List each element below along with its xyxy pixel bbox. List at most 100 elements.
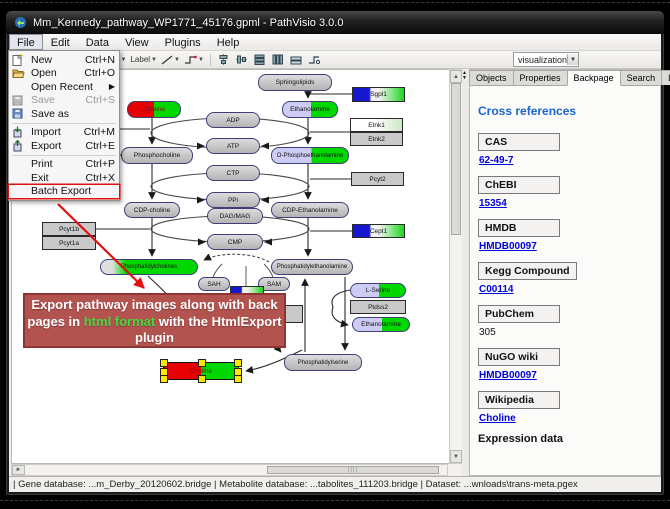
menubar-item-plugins[interactable]: Plugins	[157, 34, 209, 50]
xref-link[interactable]: HMDB00097	[479, 241, 652, 252]
node-phosphatidylserine[interactable]: Phosphatidylserine	[284, 354, 362, 371]
file-menu-item-label: Open Recent	[31, 81, 97, 93]
node-ethanolamine[interactable]: Ethanolamine	[352, 317, 410, 332]
xref-database-name: ChEBI	[478, 176, 560, 194]
file-menu-item-shortcut: Ctrl+N	[85, 54, 115, 66]
blank-icon	[12, 172, 27, 184]
distribute-horizontal-icon	[254, 54, 265, 65]
menubar-item-view[interactable]: View	[117, 34, 157, 50]
node-sphingolipids[interactable]: Sphingolipids	[258, 74, 332, 91]
node-ptdss2[interactable]: Ptdss2	[350, 300, 406, 314]
node-choline[interactable]: Choline	[127, 101, 181, 118]
node-ethanolamine[interactable]: Ethanolamine	[282, 101, 338, 118]
tab-legend[interactable]: Legend	[661, 70, 670, 85]
selection-handle[interactable]	[160, 375, 168, 383]
node-phosphatidylcholines[interactable]: Phosphatidylcholines	[100, 259, 198, 275]
line-button[interactable]: ▼	[161, 53, 180, 67]
node-cmp[interactable]: CMP	[207, 234, 263, 250]
node-label: Sgpl1	[370, 91, 387, 98]
file-menu-item-open[interactable]: OpenCtrl+O	[9, 67, 119, 81]
menubar-item-edit[interactable]: Edit	[43, 34, 78, 50]
label-button-text: Label	[130, 55, 150, 64]
scroll-up-icon[interactable]: ▲	[450, 70, 462, 83]
file-menu-item-export[interactable]: ExportCtrl+E	[9, 139, 119, 153]
node-choline[interactable]: Choline	[163, 362, 239, 380]
xref-database-name: Kegg Compound	[478, 262, 577, 280]
node-etnk1[interactable]: Etnk1	[350, 118, 403, 132]
tab-search[interactable]: Search	[620, 70, 663, 85]
file-menu-item-print[interactable]: PrintCtrl+P	[9, 158, 119, 172]
node-etnk2[interactable]: Etnk2	[350, 132, 403, 146]
selection-handle[interactable]	[198, 359, 206, 367]
scroll-right-icon[interactable]: ►	[12, 465, 25, 475]
connector-button[interactable]: ▼	[184, 53, 204, 67]
canvas-horizontal-scrollbar[interactable]: ◄ |||| ►	[11, 464, 448, 476]
file-menu-item-batch-export[interactable]: Batch Export	[9, 185, 119, 199]
node-adp[interactable]: ADP	[206, 112, 260, 128]
selection-handle[interactable]	[198, 375, 206, 383]
node-label: CDP-choline	[134, 207, 171, 214]
common-height-icon	[308, 55, 320, 65]
menubar-item-data[interactable]: Data	[78, 34, 117, 50]
file-menu-item-new[interactable]: NewCtrl+N	[9, 53, 119, 67]
visualization-combobox[interactable]: visualization ▼	[513, 52, 579, 67]
chevron-down-icon[interactable]: ▼	[567, 54, 578, 65]
node-ppi[interactable]: PPi	[206, 192, 260, 208]
blank-icon	[12, 185, 27, 197]
splitter-collapse-icon[interactable]: ▲▼	[462, 71, 467, 81]
xref-link[interactable]: HMDB00097	[479, 370, 652, 381]
node-pcyt2[interactable]: Pcyt2	[351, 172, 404, 186]
node-o-phosphoethanolamine[interactable]: O-Phosphoethanolamine	[271, 147, 349, 164]
xref-link[interactable]: 15354	[479, 198, 652, 209]
callout-text: with the HtmlExport plugin	[135, 314, 282, 346]
tab-backpage[interactable]: Backpage	[567, 70, 621, 86]
common-height-button[interactable]	[307, 53, 321, 67]
xref-link[interactable]: Choline	[479, 413, 652, 424]
node-phosphocholine[interactable]: Phosphocholine	[121, 147, 193, 164]
distribute-horizontal-button[interactable]	[253, 53, 267, 67]
node-sah[interactable]: SAH	[198, 277, 230, 291]
node-ctp[interactable]: CTP	[206, 165, 260, 181]
node-pcyt1b[interactable]: Pcyt1b	[42, 222, 96, 236]
selection-handle[interactable]	[234, 359, 242, 367]
xref-link[interactable]: 62-49-7	[479, 155, 652, 166]
node-pcyt1a[interactable]: Pcyt1a	[42, 236, 96, 250]
align-center-x-button[interactable]	[217, 53, 231, 67]
panel-splitter[interactable]: ▲▼	[462, 69, 469, 476]
file-menu-item-exit[interactable]: ExitCtrl+X	[9, 171, 119, 185]
menubar-item-file[interactable]: File	[9, 34, 43, 50]
node-sgpl1[interactable]: Sgpl1	[352, 87, 405, 102]
scroll-down-icon[interactable]: ▼	[450, 450, 462, 463]
xref-link[interactable]: C00114	[479, 284, 652, 295]
node-atp[interactable]: ATP	[206, 138, 260, 154]
node-l-serine[interactable]: L-Serine	[350, 283, 406, 298]
node-label: Phosphatidylcholines	[121, 264, 177, 270]
node-cdp-ethanolamine[interactable]: CDP-Ethanolamine	[271, 202, 349, 218]
common-width-button[interactable]	[289, 53, 303, 67]
node-cept1[interactable]: Cept1	[352, 224, 405, 238]
file-menu-item-open-recent[interactable]: Open Recent▶	[9, 80, 119, 94]
node-label: Pcyt1a	[59, 240, 79, 247]
selection-handle[interactable]	[160, 359, 168, 367]
label-button[interactable]: Label ▼	[130, 53, 157, 67]
align-center-y-button[interactable]	[235, 53, 249, 67]
tab-properties[interactable]: Properties	[513, 70, 568, 85]
title-bar[interactable]: Mm_Kennedy_pathway_WP1771_45176.gpml - P…	[6, 11, 664, 34]
node-phosphatidylethanolamine[interactable]: Phosphatidylethanolamine	[271, 259, 353, 275]
node-dag-mag[interactable]: DAG/MAG	[207, 208, 263, 224]
vertical-scroll-thumb[interactable]	[451, 83, 461, 235]
selection-handle[interactable]	[234, 375, 242, 383]
node-cdp-choline[interactable]: CDP-choline	[124, 202, 180, 218]
toolbar-separator	[210, 54, 211, 66]
distribute-vertical-button[interactable]	[271, 53, 285, 67]
tab-objects[interactable]: Objects	[469, 70, 514, 85]
file-menu-item-shortcut: Ctrl+E	[86, 140, 115, 152]
horizontal-scroll-thumb[interactable]: ||||	[267, 466, 439, 474]
align-center-x-icon	[218, 54, 229, 65]
file-menu-item-save[interactable]: SaveCtrl+S	[9, 94, 119, 108]
canvas-vertical-scrollbar[interactable]: ▲ ▼	[449, 69, 463, 464]
file-menu-item-import[interactable]: ImportCtrl+M	[9, 126, 119, 140]
menubar-item-help[interactable]: Help	[209, 34, 248, 50]
node-label: Choline	[143, 106, 165, 113]
file-menu-item-save-as[interactable]: Save as	[9, 107, 119, 121]
